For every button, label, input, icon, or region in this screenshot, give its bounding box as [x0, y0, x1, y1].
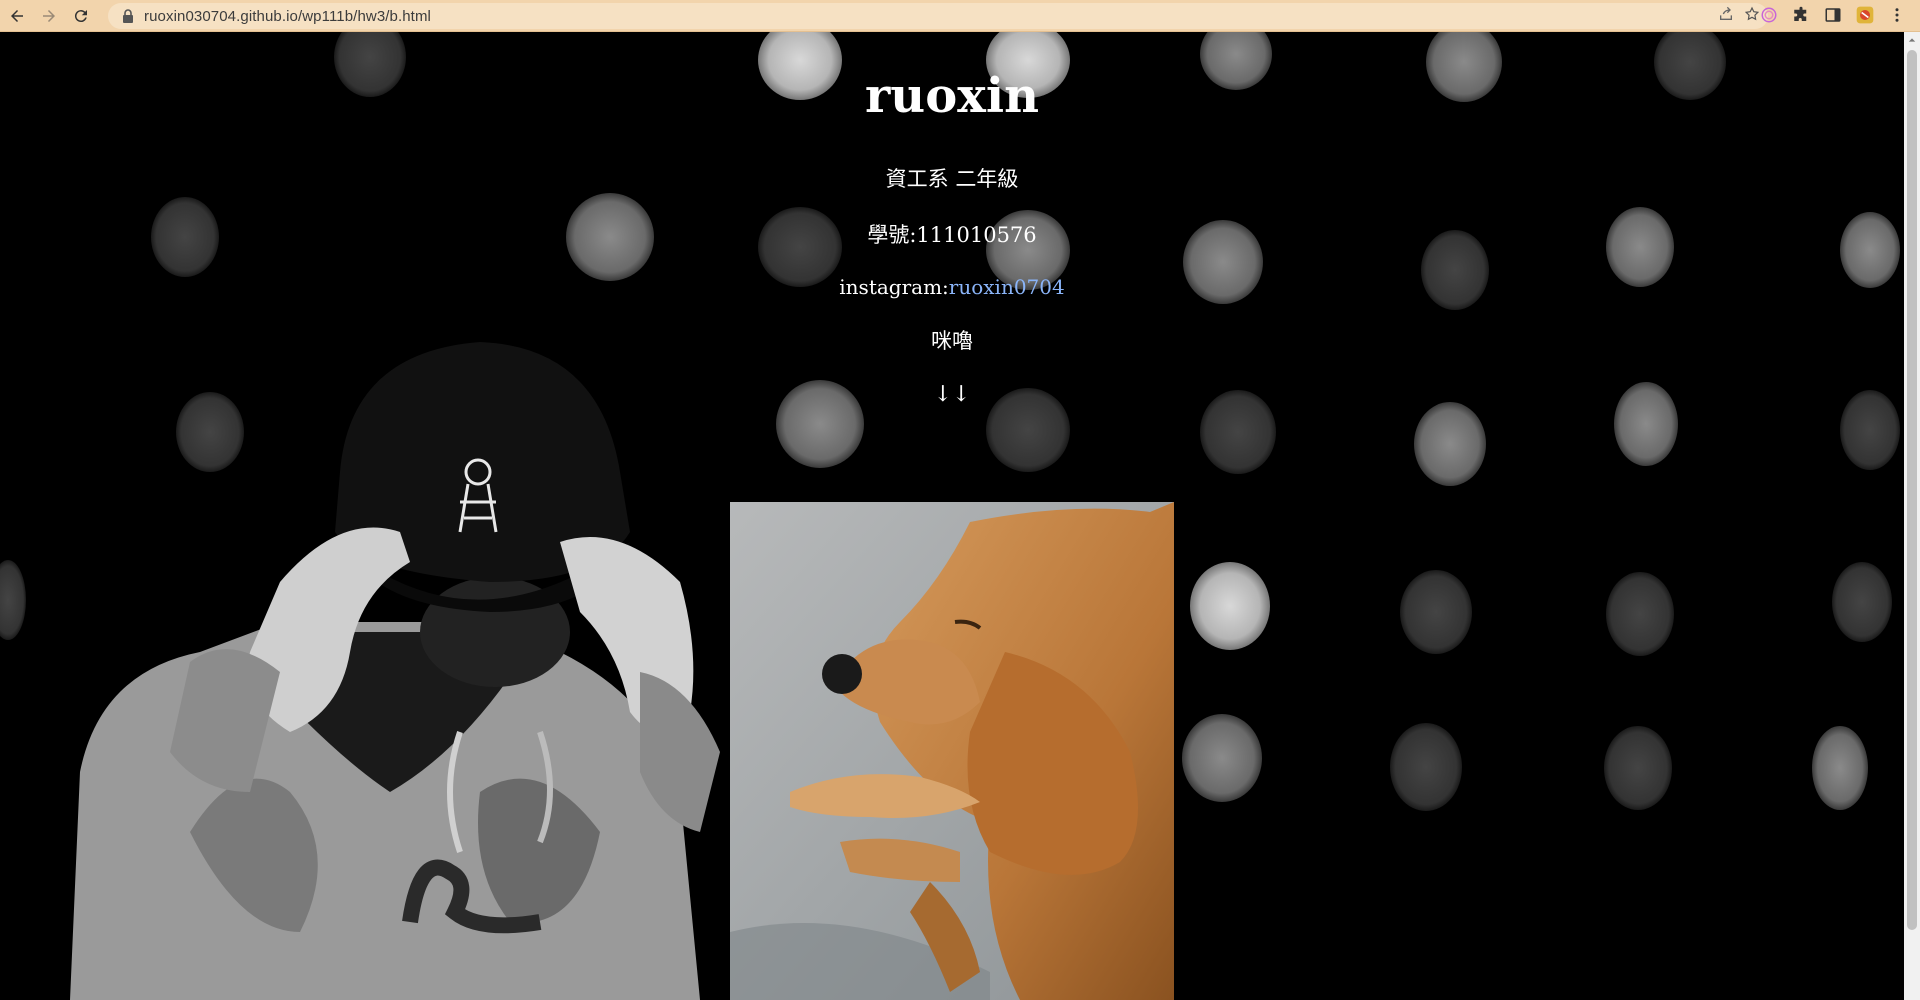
profile-avatar-icon [1856, 6, 1874, 24]
lock-icon[interactable] [122, 9, 134, 23]
address-bar[interactable]: ruoxin030704.github.io/wp111b/hw3/b.html [108, 3, 1768, 29]
dog-name-text: 咪嚕 [931, 329, 973, 353]
forward-arrow-icon [43, 9, 55, 22]
scroll-up-arrow-icon [1908, 38, 1916, 42]
share-icon[interactable] [1718, 6, 1734, 22]
profile-content: ruoxin 資工系 二年級 學號:111010576 instagram:ru… [0, 32, 1904, 407]
reload-button[interactable] [66, 2, 96, 30]
puzzle-icon [1794, 6, 1807, 21]
browser-toolbar: ruoxin030704.github.io/wp111b/hw3/b.html [0, 0, 1920, 32]
profile-button[interactable] [1854, 4, 1876, 26]
menu-button[interactable] [1886, 4, 1908, 26]
reload-icon [74, 9, 87, 22]
url-text[interactable]: ruoxin030704.github.io/wp111b/hw3/b.html [144, 8, 431, 25]
dog-photo [730, 502, 1174, 1000]
page-scrollbar[interactable] [1904, 32, 1920, 1000]
down-arrows: ↓↓ [933, 382, 971, 407]
spiral-extension-icon [1761, 7, 1777, 23]
scroll-up-button[interactable] [1904, 32, 1920, 48]
back-button[interactable] [2, 2, 32, 30]
department-text: 資工系 二年級 [885, 167, 1019, 191]
side-panel-icon [1825, 8, 1841, 22]
side-panel-button[interactable] [1822, 4, 1844, 26]
instagram-label: instagram: [839, 275, 949, 299]
page-viewport: ruoxin 資工系 二年級 學號:111010576 instagram:ru… [0, 32, 1904, 1000]
instagram-link[interactable]: ruoxin0704 [949, 275, 1065, 299]
kebab-menu-icon [1895, 8, 1899, 22]
student-id-text: 學號:111010576 [867, 223, 1037, 247]
page-title: ruoxin [865, 68, 1039, 124]
extension-spiral-button[interactable] [1758, 4, 1780, 26]
scrollbar-thumb[interactable] [1907, 50, 1917, 930]
extensions-button[interactable] [1790, 4, 1812, 26]
forward-button[interactable] [34, 2, 64, 30]
back-arrow-icon [11, 9, 23, 22]
instagram-line: instagram:ruoxin0704 [0, 275, 1904, 299]
